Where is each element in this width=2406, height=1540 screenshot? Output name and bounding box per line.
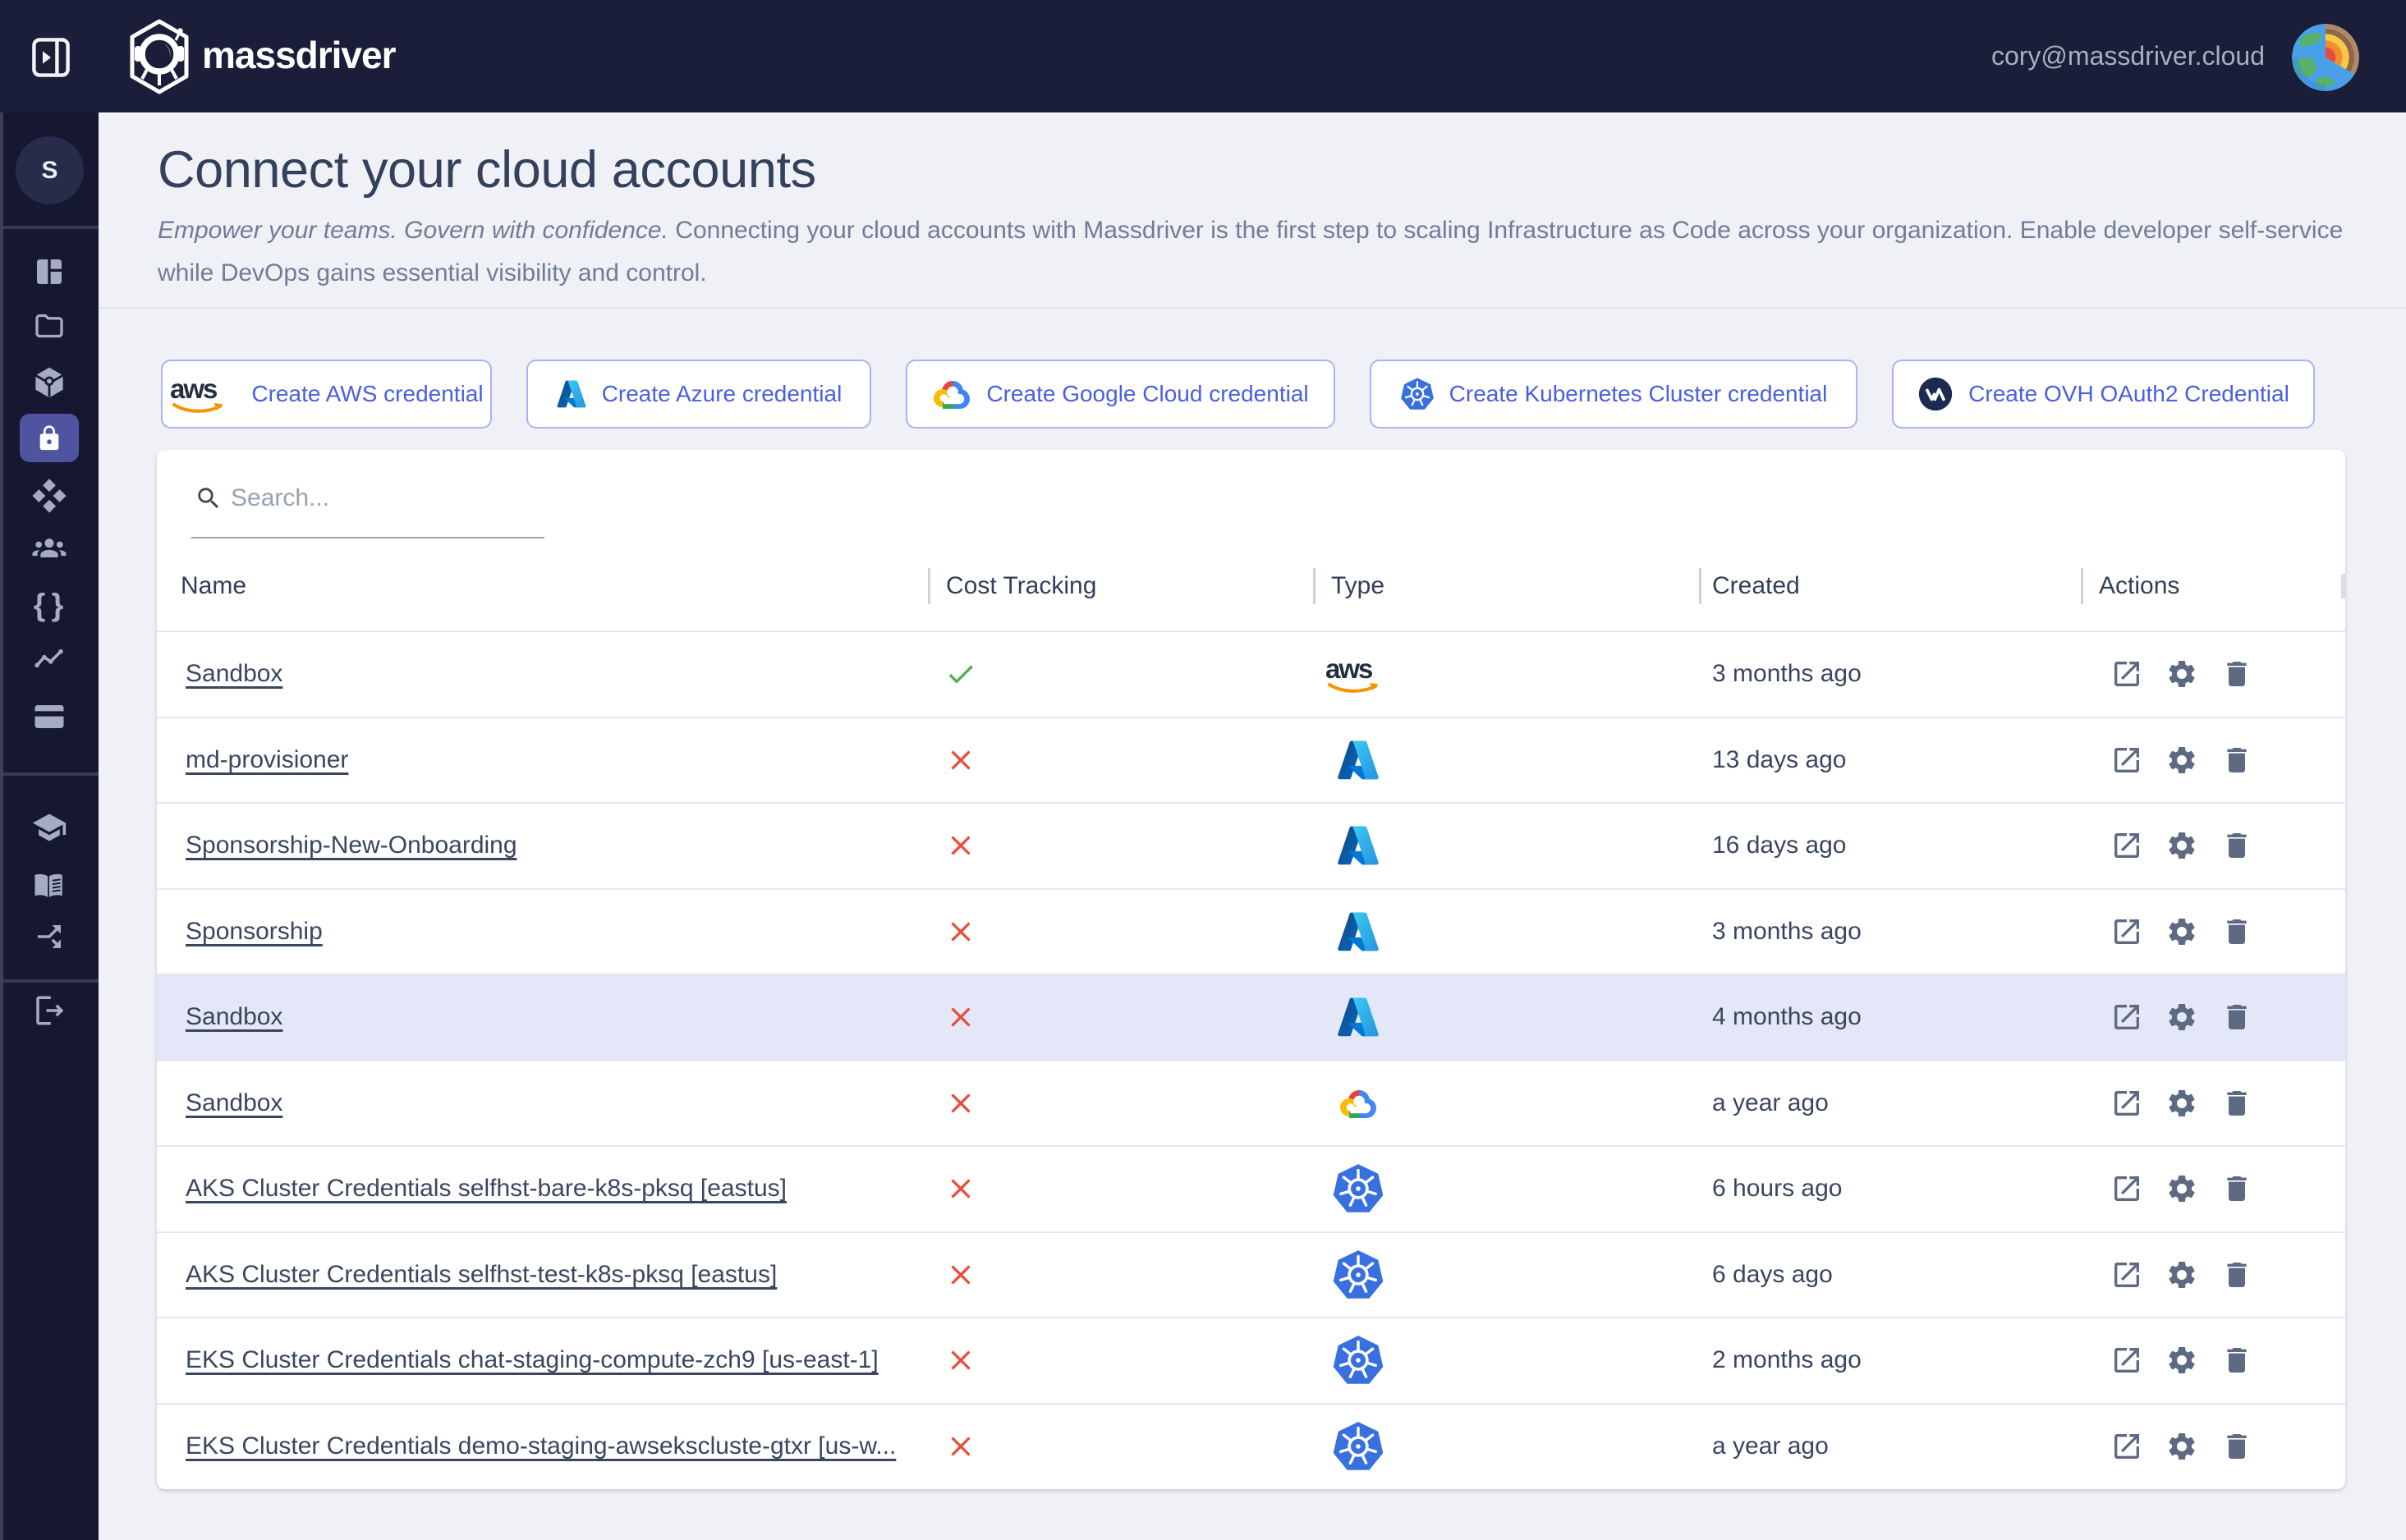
svg-text:aws: aws [170, 374, 217, 404]
svg-text:aws: aws [1325, 653, 1372, 684]
